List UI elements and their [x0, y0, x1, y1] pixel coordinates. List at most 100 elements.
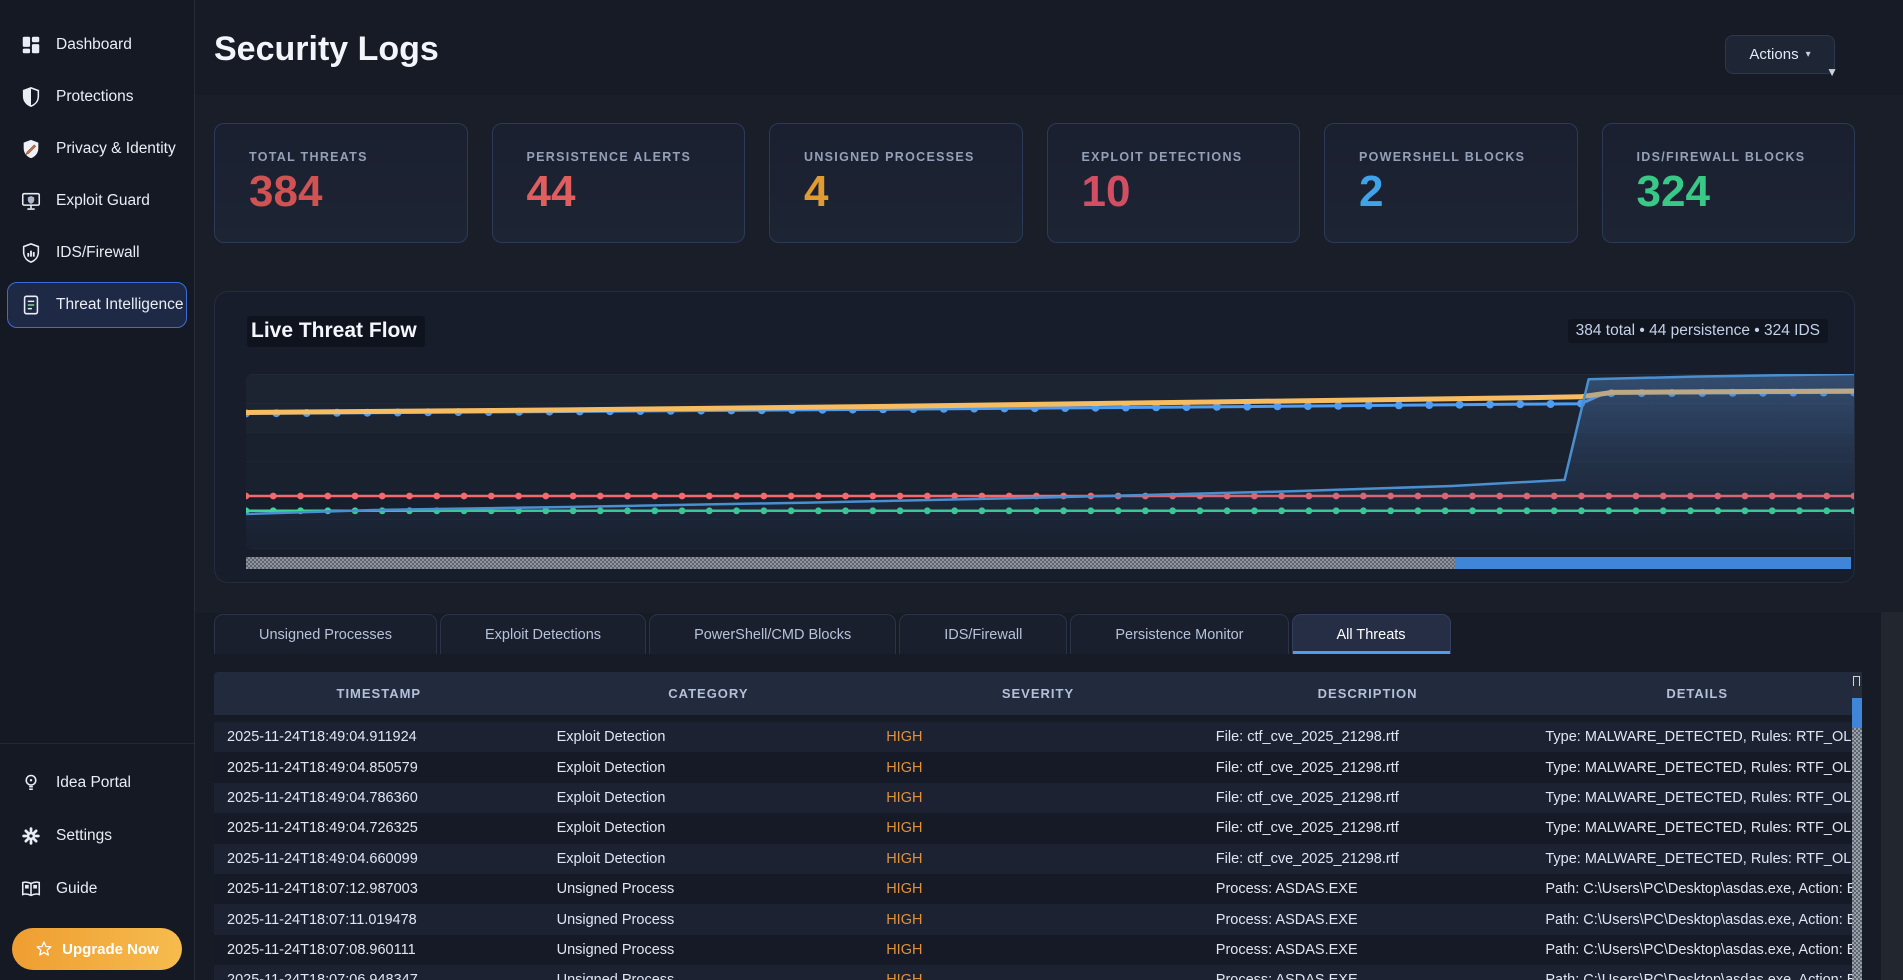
exploit-guard-monitor-icon: [20, 190, 42, 212]
cell-category: Exploit Detection: [544, 729, 874, 745]
log-tab-label: All Threats: [1337, 627, 1406, 643]
stat-label: EXPLOIT DETECTIONS: [1082, 150, 1300, 164]
log-tab[interactable]: Persistence Monitor: [1070, 614, 1288, 654]
sidebar-footer-item[interactable]: Idea Portal: [7, 760, 187, 806]
cell-details: Type: MALWARE_DETECTED, Rules: RTF_OLE_E…: [1532, 790, 1862, 806]
protections-shield-icon: [20, 86, 42, 108]
guide-book-icon: [20, 878, 42, 900]
stat-value: 324: [1637, 170, 1855, 214]
table-row[interactable]: 2025-11-24T18:49:04.786360 Exploit Detec…: [214, 783, 1862, 813]
sidebar-nav-item[interactable]: Exploit Guard: [7, 178, 187, 224]
sidebar-nav-item[interactable]: Protections: [7, 74, 187, 120]
stat-label: PERSISTENCE ALERTS: [527, 150, 745, 164]
upgrade-now-label: Upgrade Now: [62, 941, 159, 958]
privacy-shield-pen-icon: [20, 138, 42, 160]
table-scrollbar-thumb[interactable]: [1852, 698, 1862, 728]
sidebar-footer-item[interactable]: Guide: [7, 866, 187, 912]
table-row[interactable]: 2025-11-24T18:49:04.911924 Exploit Detec…: [214, 722, 1862, 752]
table-header-cell: DESCRIPTION: [1203, 686, 1533, 701]
stat-value: 44: [527, 170, 745, 214]
table-body: 2025-11-24T18:49:04.911924 Exploit Detec…: [214, 722, 1862, 980]
log-tab-label: Unsigned Processes: [259, 627, 392, 643]
cell-description: Process: ASDAS.EXE: [1203, 881, 1533, 897]
table-row[interactable]: 2025-11-24T18:07:06.948347 Unsigned Proc…: [214, 965, 1862, 980]
sidebar-nav-item[interactable]: Privacy & Identity: [7, 126, 187, 172]
cell-severity: HIGH: [873, 820, 1203, 836]
stat-card: PERSISTENCE ALERTS 44: [492, 123, 746, 243]
stat-label: TOTAL THREATS: [249, 150, 467, 164]
sidebar-footer-label: Idea Portal: [56, 774, 131, 792]
log-tab[interactable]: Exploit Detections: [440, 614, 646, 654]
cell-details: Type: MALWARE_DETECTED, Rules: RTF_OLE_E…: [1532, 820, 1862, 836]
page-title: Security Logs: [214, 30, 439, 69]
sidebar-nav: Dashboard Protections Privacy & Identity…: [0, 22, 194, 328]
chart-scrollbar-thumb[interactable]: [1455, 557, 1851, 569]
sidebar-footer-item[interactable]: Settings: [7, 813, 187, 859]
cell-timestamp: 2025-11-24T18:07:11.019478: [214, 912, 544, 928]
cell-severity: HIGH: [873, 729, 1203, 745]
cell-description: Process: ASDAS.EXE: [1203, 912, 1533, 928]
cell-timestamp: 2025-11-24T18:49:04.660099: [214, 851, 544, 867]
cell-description: File: ctf_cve_2025_21298.rtf: [1203, 760, 1533, 776]
stat-card: IDS/FIREWALL BLOCKS 324: [1602, 123, 1856, 243]
cell-description: File: ctf_cve_2025_21298.rtf: [1203, 820, 1533, 836]
cell-severity: HIGH: [873, 790, 1203, 806]
chart-title: Live Threat Flow: [247, 316, 425, 347]
sidebar-nav-label: Protections: [56, 88, 134, 106]
table-row[interactable]: 2025-11-24T18:07:08.960111 Unsigned Proc…: [214, 935, 1862, 965]
stat-label: IDS/FIREWALL BLOCKS: [1637, 150, 1855, 164]
stat-value: 384: [249, 170, 467, 214]
security-app-window: Dashboard Protections Privacy & Identity…: [0, 0, 1903, 980]
table-row[interactable]: 2025-11-24T18:49:04.850579 Exploit Detec…: [214, 752, 1862, 782]
chart-horizontal-scrollbar[interactable]: [246, 557, 1851, 569]
cell-severity: HIGH: [873, 881, 1203, 897]
table-header-cell: DETAILS: [1532, 686, 1862, 701]
dashboard-icon: [20, 34, 42, 56]
stats-row: TOTAL THREATS 384 PERSISTENCE ALERTS 44 …: [214, 123, 1855, 243]
stat-value: 10: [1082, 170, 1300, 214]
table-vertical-scrollbar[interactable]: [1852, 672, 1862, 980]
table-row[interactable]: 2025-11-24T18:49:04.660099 Exploit Detec…: [214, 844, 1862, 874]
log-tab[interactable]: All Threats: [1292, 614, 1451, 654]
threat-intel-document-icon: [20, 294, 42, 316]
table-scrollbar-top-cap: [1853, 676, 1860, 686]
sidebar-nav-label: Threat Intelligence: [56, 296, 184, 314]
window-scrollbar-track[interactable]: [1881, 612, 1903, 980]
ids-firewall-shield-icon: [20, 242, 42, 264]
cell-severity: HIGH: [873, 912, 1203, 928]
cell-timestamp: 2025-11-24T18:07:06.948347: [214, 972, 544, 980]
idea-lightbulb-icon: [20, 772, 42, 794]
sidebar-nav-item[interactable]: Dashboard: [7, 22, 187, 68]
table-header-cell: CATEGORY: [544, 686, 874, 701]
sidebar-nav-label: Dashboard: [56, 36, 132, 54]
log-tab[interactable]: IDS/Firewall: [899, 614, 1067, 654]
actions-button[interactable]: Actions ▾ ▼: [1725, 35, 1835, 74]
table-row[interactable]: 2025-11-24T18:07:12.987003 Unsigned Proc…: [214, 874, 1862, 904]
threat-flow-chart: [246, 374, 1854, 549]
cell-category: Unsigned Process: [544, 912, 874, 928]
stat-value: 4: [804, 170, 1022, 214]
cell-category: Exploit Detection: [544, 760, 874, 776]
table-header-row: TIMESTAMPCATEGORYSEVERITYDESCRIPTIONDETA…: [214, 672, 1862, 715]
log-tab[interactable]: PowerShell/CMD Blocks: [649, 614, 896, 654]
cell-details: Path: C:\Users\PC\Desktop\asdas.exe, Act…: [1532, 881, 1862, 897]
upgrade-now-button[interactable]: Upgrade Now: [12, 928, 182, 970]
sidebar-nav-item[interactable]: Threat Intelligence: [7, 282, 187, 328]
stat-card: UNSIGNED PROCESSES 4: [769, 123, 1023, 243]
table-header-cell: SEVERITY: [873, 686, 1203, 701]
table-scrollbar-track[interactable]: [1852, 728, 1862, 980]
dropdown-corner-chevron-icon[interactable]: ▼: [1826, 65, 1838, 79]
sidebar-nav-label: Privacy & Identity: [56, 140, 176, 158]
sidebar-nav-item[interactable]: IDS/Firewall: [7, 230, 187, 276]
log-tab-label: Persistence Monitor: [1115, 627, 1243, 643]
cell-severity: HIGH: [873, 851, 1203, 867]
log-tabs: Unsigned Processes Exploit Detections Po…: [214, 614, 1451, 654]
stat-label: UNSIGNED PROCESSES: [804, 150, 1022, 164]
cell-timestamp: 2025-11-24T18:49:04.850579: [214, 760, 544, 776]
table-row[interactable]: 2025-11-24T18:07:11.019478 Unsigned Proc…: [214, 904, 1862, 934]
cell-details: Path: C:\Users\PC\Desktop\asdas.exe, Act…: [1532, 912, 1862, 928]
cell-description: File: ctf_cve_2025_21298.rtf: [1203, 851, 1533, 867]
log-tab[interactable]: Unsigned Processes: [214, 614, 437, 654]
table-row[interactable]: 2025-11-24T18:49:04.726325 Exploit Detec…: [214, 813, 1862, 843]
cell-category: Unsigned Process: [544, 881, 874, 897]
